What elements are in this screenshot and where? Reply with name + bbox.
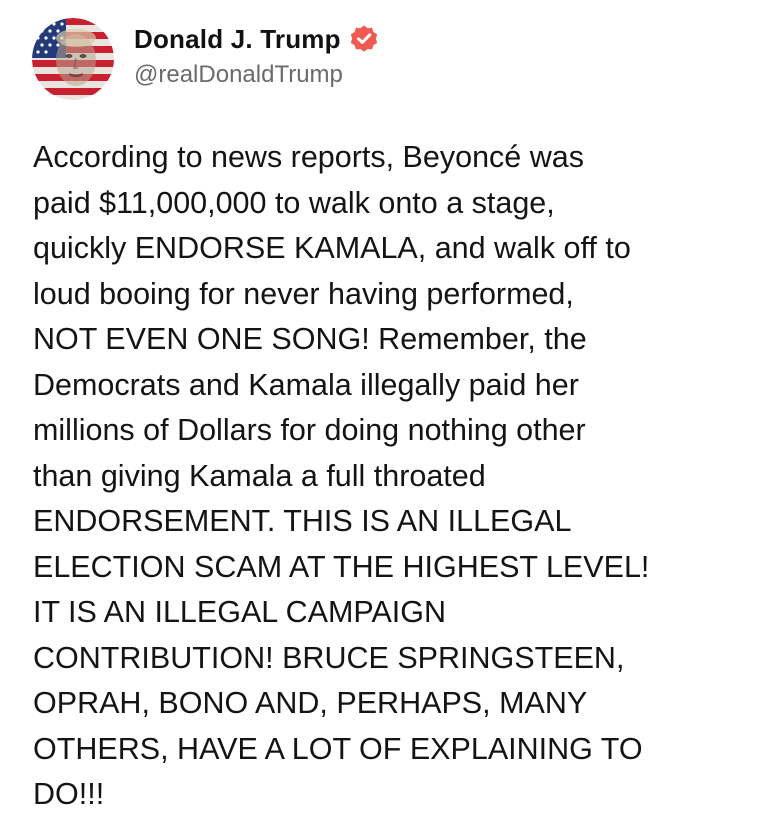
verified-badge-icon	[349, 24, 379, 54]
user-handle[interactable]: @realDonaldTrump	[134, 61, 379, 89]
flag-portrait-icon	[32, 18, 114, 100]
name-row: Donald J. Trump	[134, 24, 379, 55]
post-body-text: According to news reports, Beyoncé was p…	[33, 140, 650, 811]
display-name[interactable]: Donald J. Trump	[134, 24, 341, 55]
avatar[interactable]	[32, 18, 114, 100]
post-header: Donald J. Trump @realDonaldTrump	[32, 14, 379, 104]
post-card: Donald J. Trump @realDonaldTrump Accordi…	[0, 0, 772, 839]
author-info: Donald J. Trump @realDonaldTrump	[134, 24, 379, 89]
